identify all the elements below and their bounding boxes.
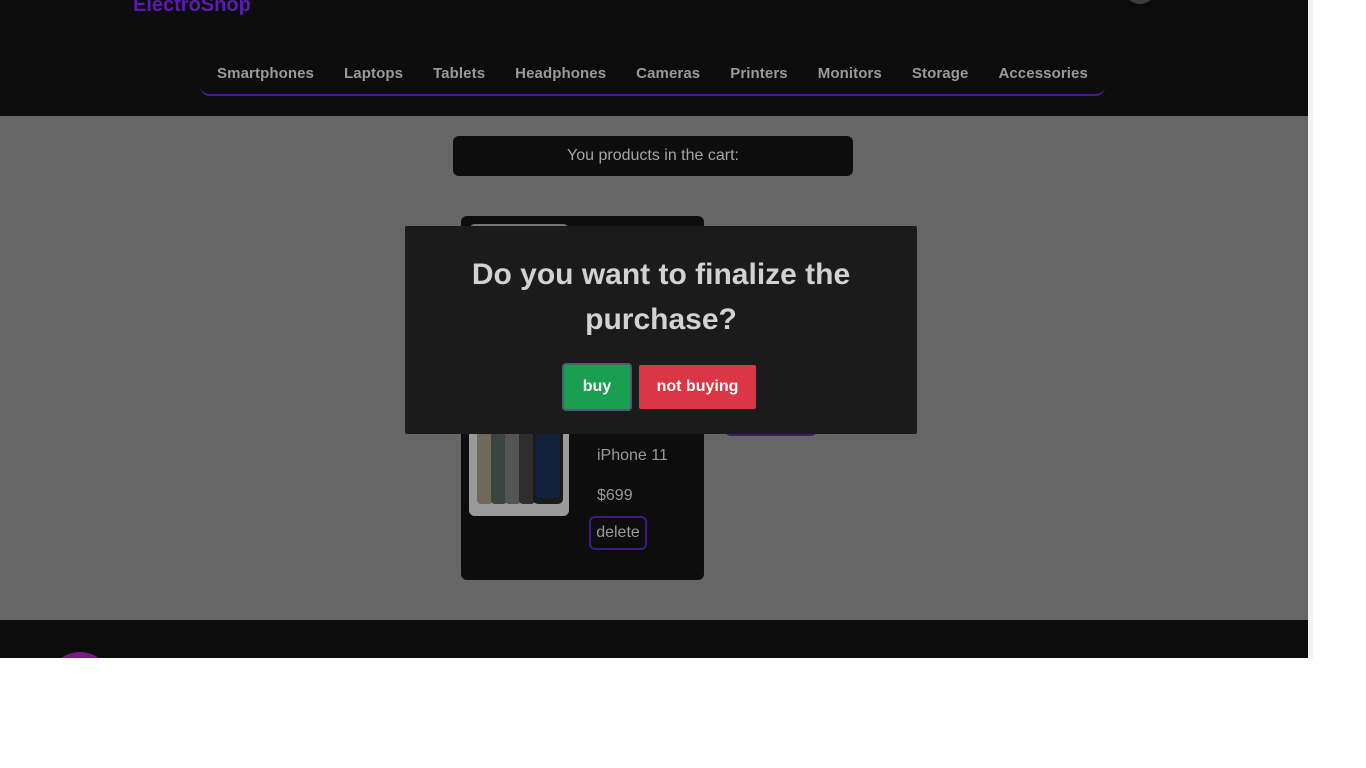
site-logo[interactable]: ElectroShop	[133, 0, 251, 17]
nav-item-printers[interactable]: Printers	[730, 65, 788, 82]
dialog-title: Do you want to finalize the purchase?	[471, 258, 851, 336]
nav-item-storage[interactable]: Storage	[912, 65, 969, 82]
delete-button[interactable]: delete	[589, 516, 647, 550]
category-nav: Smartphones Laptops Tablets Headphones C…	[200, 52, 1105, 96]
cart-title: You products in the cart:	[453, 136, 853, 176]
app-root: ElectroShop Smartphones Laptops Tablets …	[0, 0, 1313, 658]
site-header: ElectroShop Smartphones Laptops Tablets …	[0, 0, 1308, 116]
nav-item-monitors[interactable]: Monitors	[818, 65, 882, 82]
nav-item-smartphones[interactable]: Smartphones	[217, 65, 314, 82]
scrollbar[interactable]	[1308, 0, 1313, 658]
nav-item-tablets[interactable]: Tablets	[433, 65, 485, 82]
nav-item-cameras[interactable]: Cameras	[636, 65, 700, 82]
nav-item-accessories[interactable]: Accessories	[998, 65, 1088, 82]
buy-button[interactable]: buy	[564, 365, 630, 409]
product-name: iPhone 11	[597, 447, 668, 464]
nav-item-laptops[interactable]: Laptops	[344, 65, 403, 82]
nav-item-headphones[interactable]: Headphones	[515, 65, 606, 82]
not-buying-button[interactable]: not buying	[639, 365, 756, 409]
product-price: $699	[597, 487, 633, 504]
confirm-purchase-dialog: Do you want to finalize the purchase? bu…	[405, 226, 917, 434]
site-footer	[0, 620, 1308, 658]
user-avatar[interactable]	[1124, 0, 1156, 4]
footer-logo	[48, 652, 112, 658]
